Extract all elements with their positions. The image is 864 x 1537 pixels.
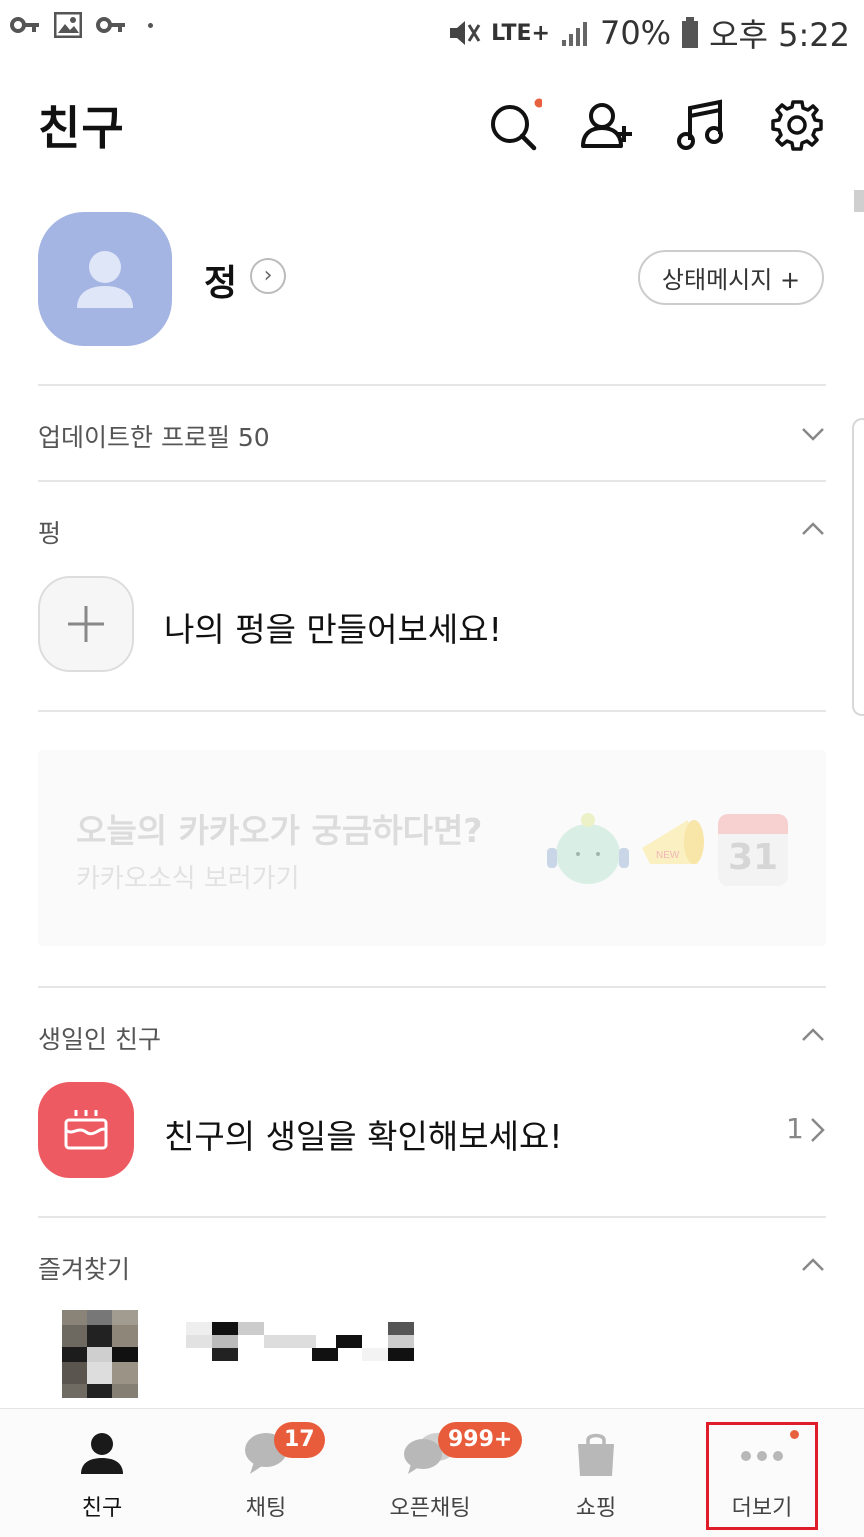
cake-icon [64, 1110, 108, 1150]
calendar-icon: 31 [718, 814, 788, 886]
status-right: LTE+ 70% 오후 5:22 [447, 10, 850, 56]
nav-open-chats[interactable]: 999+ 오픈채팅 [344, 1408, 523, 1536]
clock: 오후 5:22 [709, 16, 850, 54]
page-title: 친구 [38, 101, 125, 155]
favorites-section-title: 즐겨찾기 [38, 1255, 131, 1284]
status-bar: LTE+ 70% 오후 5:22 [0, 0, 864, 62]
divider [38, 986, 826, 988]
pung-prompt[interactable]: 나의 펑을 만들어보세요! [164, 603, 502, 651]
favorite-friend-avatar[interactable] [62, 1310, 138, 1398]
add-friend-button[interactable] [580, 98, 636, 154]
nav-shopping-label: 쇼핑 [575, 1496, 617, 1521]
megaphone-icon: NEW [642, 820, 704, 864]
image-icon [54, 12, 82, 38]
nav-friends-label: 친구 [81, 1496, 123, 1521]
nav-shopping[interactable]: 쇼핑 [510, 1408, 682, 1536]
banner-title: 오늘의 카카오가 궁금하다면? [76, 811, 483, 850]
calendar-header [718, 814, 788, 834]
divider [38, 1216, 826, 1218]
edge-panel-handle[interactable] [852, 418, 864, 716]
shopping-bag-icon [578, 1433, 614, 1476]
status-message-button[interactable]: 상태메시지 + [638, 250, 824, 305]
add-friend-icon [581, 103, 632, 148]
mute-icon [450, 21, 481, 45]
megaphone-tag: NEW [656, 850, 680, 861]
chevron-down-icon [802, 428, 824, 441]
nav-chats-label: 채팅 [245, 1496, 287, 1521]
updated-profiles-label: 업데이트한 프로필 50 [38, 423, 270, 452]
chevron-right-icon[interactable] [808, 1116, 826, 1144]
profile-chevron-icon[interactable]: › [250, 258, 286, 294]
person-silhouette-icon [77, 251, 133, 308]
music-note-icon [677, 99, 723, 150]
status-left-icons [10, 12, 153, 38]
divider [38, 710, 826, 712]
my-avatar[interactable] [38, 212, 172, 346]
status-message-label: 상태메시지 + [661, 266, 801, 294]
nav-open-chats-label: 오픈채팅 [389, 1496, 471, 1521]
person-icon [81, 1433, 123, 1474]
search-button[interactable] [486, 98, 544, 154]
notification-dot-icon [148, 22, 153, 28]
add-pung-button[interactable] [38, 576, 134, 672]
gear-icon [771, 100, 823, 151]
network-label: LTE+ [491, 20, 550, 46]
banner-subtitle: 카카오소식 보러가기 [76, 864, 300, 894]
chevron-up-icon[interactable] [800, 1252, 826, 1278]
chats-badge: 17 [274, 1422, 325, 1458]
pung-section-title: 펑 [38, 519, 62, 548]
nav-chats[interactable]: 17 채팅 [180, 1408, 352, 1536]
battery-percent: 70% [599, 14, 672, 52]
divider [38, 480, 826, 482]
key-icon-2 [96, 17, 125, 33]
chevron-up-icon[interactable] [800, 516, 826, 542]
highlight-box [706, 1422, 818, 1530]
battery-icon [682, 17, 699, 48]
birthday-icon-box[interactable] [38, 1082, 134, 1178]
chevron-up-icon[interactable] [800, 1022, 826, 1048]
signal-icon [561, 22, 587, 46]
birthday-count[interactable]: 1 [786, 1112, 804, 1145]
birthday-section-title: 생일인 친구 [38, 1025, 161, 1054]
updated-profiles-row[interactable]: 업데이트한 프로필 50 [38, 386, 826, 480]
search-icon [491, 98, 544, 151]
key-icon [10, 17, 39, 33]
profile-name[interactable]: 정 [204, 254, 237, 306]
plus-icon [68, 606, 104, 642]
favorite-friend-name-redacted[interactable] [186, 1322, 414, 1362]
scroll-indicator[interactable] [854, 190, 864, 212]
nav-friends[interactable]: 친구 [16, 1408, 188, 1536]
character-icon [547, 813, 629, 884]
calendar-day: 31 [727, 837, 779, 878]
settings-button[interactable] [770, 98, 826, 154]
music-button[interactable] [676, 98, 732, 154]
birthday-prompt[interactable]: 친구의 생일을 확인해보세요! [164, 1110, 563, 1158]
